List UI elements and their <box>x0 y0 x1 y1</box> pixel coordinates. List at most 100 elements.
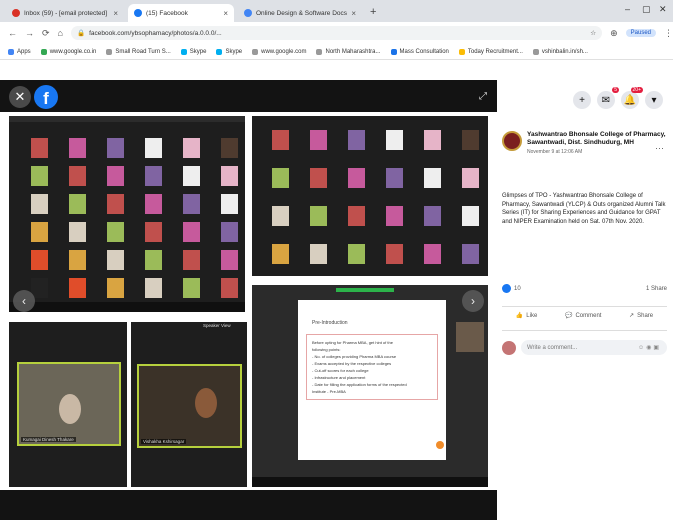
page-icon <box>532 48 539 55</box>
participant-tile <box>31 250 48 270</box>
bookmark-item[interactable]: Today Recruitment... <box>458 48 523 55</box>
comment-icon: 💬 <box>564 313 573 319</box>
share-count[interactable]: 1 Share <box>646 286 667 292</box>
close-tab-icon[interactable]: × <box>351 9 356 18</box>
bookmark-item[interactable]: Skype <box>216 48 242 55</box>
participant-tile <box>348 206 365 226</box>
new-tab-icon[interactable]: + <box>370 6 376 18</box>
back-arrow-icon[interactable]: ← <box>8 28 17 38</box>
apps-icon <box>8 48 14 55</box>
lock-icon: 🔒 <box>76 30 86 37</box>
forward-arrow-icon[interactable]: → <box>25 28 34 38</box>
zoom-gallery-panel <box>9 116 245 312</box>
browser-tab-strip: Inbox (59) - [email protected] × (15) Fa… <box>0 0 673 22</box>
slide-title: Pre-Introduction <box>312 320 348 326</box>
comment-input[interactable]: Write a comment... ☺◉▣ <box>521 340 667 355</box>
close-icon: ✕ <box>14 89 26 104</box>
chevron-right-icon: › <box>471 294 475 308</box>
user-avatar[interactable] <box>502 340 516 355</box>
fullscreen-icon[interactable]: ⤢ <box>479 91 487 102</box>
participant-tile <box>221 166 238 186</box>
slide-line: - Exams accepted by the respective colle… <box>312 361 392 366</box>
participant-tile <box>145 166 162 186</box>
star-icon[interactable]: ☆ <box>590 29 596 37</box>
speaker-view-label: Speaker View <box>203 323 231 328</box>
comment-composer: Write a comment... ☺◉▣ <box>502 340 667 355</box>
participant-tile <box>221 278 238 298</box>
participant-tile <box>183 138 200 158</box>
plus-icon: + <box>579 94 585 106</box>
bookmark-item[interactable]: Small Road Turn S... <box>106 48 171 55</box>
share-button[interactable]: ↗ Share <box>629 312 653 320</box>
participant-tile <box>183 250 200 270</box>
skype-icon <box>180 48 187 55</box>
participant-tile <box>31 194 48 214</box>
bookmark-item[interactable]: vshinbalin.in/sh... <box>532 48 588 55</box>
tab-label: (15) Facebook <box>146 9 188 17</box>
chrome-menu-icon[interactable]: ⋮ <box>664 28 673 39</box>
previous-photo-button[interactable]: ‹ <box>13 290 35 312</box>
participant-tile <box>310 206 327 226</box>
participant-tile <box>462 206 479 226</box>
page-avatar[interactable] <box>502 131 522 151</box>
reload-icon[interactable]: ⟳ <box>42 28 50 39</box>
slide-line: - Infrastructure and placement <box>312 375 366 380</box>
next-photo-button[interactable]: › <box>462 290 484 312</box>
post-options-icon[interactable]: ··· <box>655 143 664 153</box>
minimize-icon[interactable]: – <box>625 4 630 14</box>
bookmark-item[interactable]: Mass Consultation <box>390 48 449 55</box>
participant-name: Kumagai Dinesh Thakare <box>21 437 76 442</box>
screen: Inbox (59) - [email protected] × (15) Fa… <box>0 0 673 520</box>
address-bar[interactable]: 🔒 facebook.com/ybsophamacy/photos/a.0.0.… <box>70 26 603 40</box>
tab-facebook[interactable]: (15) Facebook × <box>128 4 234 22</box>
participant-tile <box>145 138 162 158</box>
chevron-down-icon: ▾ <box>651 94 657 106</box>
participant-name: Vishakha Kshirsagar <box>141 439 187 444</box>
chevron-left-icon: ‹ <box>22 294 26 308</box>
tab-design-docs[interactable]: Online Design & Software Docs × <box>238 4 362 22</box>
close-viewer-button[interactable]: ✕ <box>9 86 31 108</box>
slide-line: - Cut-off scores for each college <box>312 368 369 373</box>
create-button[interactable]: + <box>573 91 591 109</box>
bookmark-item[interactable]: North Maharashtra... <box>316 48 381 55</box>
participant-video: Kumagai Dinesh Thakare <box>17 362 121 446</box>
presentation-slide: Pre-Introduction Before opting for Pharm… <box>298 300 446 460</box>
slide-line: - No. of colleges providing Pharma MBA c… <box>312 354 397 359</box>
maximize-icon[interactable]: ▢ <box>642 4 651 15</box>
participant-tile <box>424 206 441 226</box>
divider <box>502 330 667 331</box>
participant-tile <box>145 194 162 214</box>
facebook-logo-icon[interactable]: f <box>34 85 58 109</box>
bookmark-item[interactable]: www.google.com <box>252 48 306 55</box>
profile-paused-button[interactable]: Paused <box>625 29 656 37</box>
messenger-button[interactable]: ✉ 5 <box>597 87 619 109</box>
tab-gmail[interactable]: Inbox (59) - [email protected] × <box>6 4 124 22</box>
bookmark-item[interactable]: www.google.co.in <box>40 48 96 55</box>
zoom-gallery-panel-2 <box>252 116 488 276</box>
account-menu-button[interactable]: ▾ <box>645 91 663 109</box>
extensions-icon[interactable]: ⊕ <box>610 28 618 39</box>
close-tab-icon[interactable]: × <box>113 9 118 18</box>
emoji-camera-gif-icons[interactable]: ☺◉▣ <box>638 344 661 351</box>
participant-tile <box>145 278 162 298</box>
slide-line: Before opting for Pharma MBA, get hint o… <box>312 340 393 345</box>
participant-tile <box>386 244 403 264</box>
bookmark-item[interactable]: Apps <box>8 48 31 55</box>
bookmark-item[interactable]: Skype <box>180 48 206 55</box>
like-count[interactable]: 10 <box>502 284 521 293</box>
slide-content: Before opting for Pharma MBA, get hint o… <box>306 334 438 400</box>
post-timestamp[interactable]: November 9 at 12:06 AM <box>527 149 667 155</box>
participant-tile <box>31 166 48 186</box>
notifications-button[interactable]: 🔔 20+ <box>621 87 643 109</box>
participant-tile <box>69 138 86 158</box>
zoom-video-panel-1: Kumagai Dinesh Thakare <box>9 322 127 487</box>
like-button[interactable]: 👍 Like <box>516 312 538 320</box>
participant-tile <box>348 168 365 188</box>
comment-button[interactable]: 💬 Comment <box>564 312 602 320</box>
close-tab-icon[interactable]: × <box>223 9 228 18</box>
home-icon[interactable]: ⌂ <box>58 28 63 38</box>
participant-tile <box>221 222 238 242</box>
page-name-link[interactable]: Yashwantrao Bhonsale College of Pharmacy… <box>527 131 667 147</box>
window-close-icon[interactable]: ✕ <box>659 4 667 15</box>
participant-tile <box>107 278 124 298</box>
